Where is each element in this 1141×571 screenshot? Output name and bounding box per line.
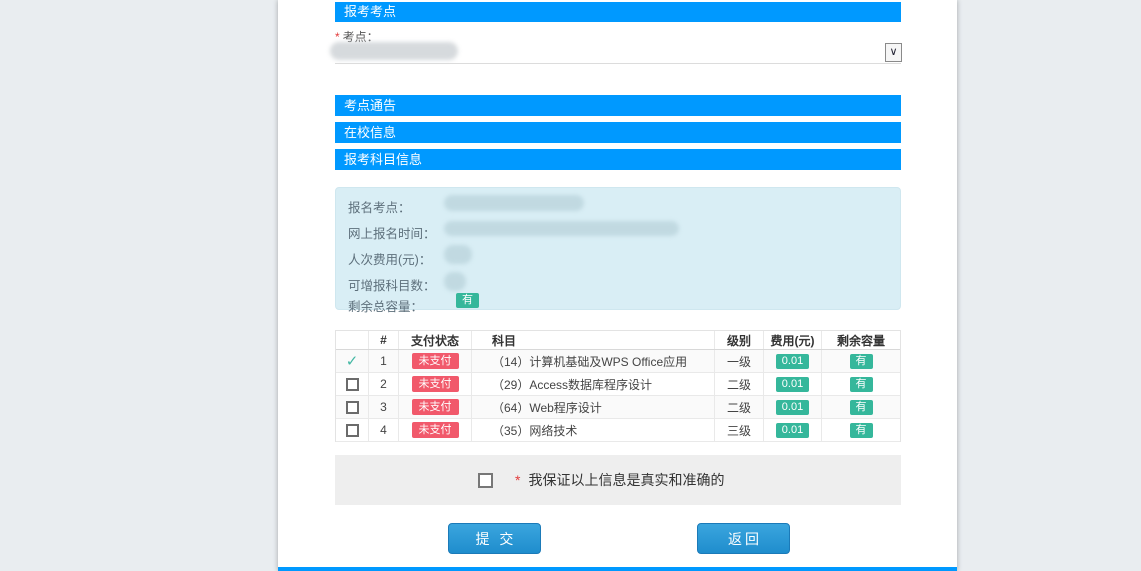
header-capacity: 剩余容量: [822, 331, 900, 349]
table-row: 3 未支付 （64）Web程序设计 二级 0.01 有: [336, 396, 900, 419]
select-underline: [335, 63, 901, 64]
subject-name: （14）计算机基础及WPS Office应用: [472, 350, 715, 372]
header-pay-status: 支付状态: [399, 331, 472, 349]
header-level: 级别: [715, 331, 764, 349]
section-header-exam-site: 报考考点: [335, 2, 901, 22]
capacity-badge: 有: [850, 400, 873, 415]
agreement-text: 我保证以上信息是真实和准确的: [528, 470, 724, 490]
capacity-badge: 有: [850, 354, 873, 369]
subject-level: 二级: [715, 373, 764, 395]
capacity-badge: 有: [850, 377, 873, 392]
selected-check-icon: ✓: [346, 352, 359, 370]
header-index: #: [369, 331, 399, 349]
main-content-panel: 报考考点 *考点： ∨ 考点通告 在校信息 报考科目信息 报名考点： 网上报名时…: [278, 0, 957, 571]
agreement-checkbox[interactable]: [478, 473, 493, 488]
subject-name: （35）网络技术: [472, 419, 715, 441]
row-index: 3: [369, 396, 399, 418]
required-asterisk: *: [515, 472, 520, 488]
agreement-bar: * 我保证以上信息是真实和准确的: [335, 455, 901, 505]
footer-blue-strip: [278, 567, 957, 571]
redacted-value: [444, 221, 679, 236]
info-row-time: 网上报名时间：: [348, 223, 436, 239]
section-header-exam-site-label: 报考考点: [344, 4, 396, 19]
capacity-badge: 有: [850, 423, 873, 438]
pay-status-badge: 未支付: [412, 422, 459, 438]
subject-name: （64）Web程序设计: [472, 396, 715, 418]
back-button[interactable]: 返回: [697, 523, 790, 554]
row-checkbox[interactable]: [346, 378, 359, 391]
pay-status-badge: 未支付: [412, 376, 459, 392]
table-row: ✓ 1 未支付 （14）计算机基础及WPS Office应用 一级 0.01 有: [336, 350, 900, 373]
submit-button[interactable]: 提 交: [448, 523, 541, 554]
fee-badge: 0.01: [776, 400, 809, 415]
row-index: 2: [369, 373, 399, 395]
row-index: 1: [369, 350, 399, 372]
info-row-site: 报名考点：: [348, 197, 411, 213]
row-checkbox[interactable]: [346, 424, 359, 437]
table-row: 4 未支付 （35）网络技术 三级 0.01 有: [336, 419, 900, 442]
fee-badge: 0.01: [776, 354, 809, 369]
table-header-row: # 支付状态 科目 级别 费用(元) 剩余容量: [336, 331, 900, 350]
subject-level: 一级: [715, 350, 764, 372]
redacted-value: [444, 272, 466, 291]
subject-level: 三级: [715, 419, 764, 441]
section-header-school-info: 在校信息: [335, 122, 901, 143]
registration-info-panel: 报名考点： 网上报名时间： 人次费用(元)： 可增报科目数： 剩余总容量： 有: [335, 187, 901, 310]
info-row-addable-subjects: 可增报科目数：: [348, 275, 436, 291]
info-row-fee: 人次费用(元)：: [348, 249, 431, 265]
row-index: 4: [369, 419, 399, 441]
subjects-table: # 支付状态 科目 级别 费用(元) 剩余容量 ✓ 1 未支付 （14）计算机基…: [335, 330, 901, 442]
fee-badge: 0.01: [776, 423, 809, 438]
exam-site-select[interactable]: ∨: [328, 40, 908, 64]
info-row-capacity: 剩余总容量：: [348, 296, 423, 312]
redacted-value: [444, 195, 584, 211]
header-subject: 科目: [472, 331, 715, 349]
redacted-site-value: [330, 42, 458, 60]
table-row: 2 未支付 （29）Access数据库程序设计 二级 0.01 有: [336, 373, 900, 396]
capacity-badge: 有: [456, 293, 479, 308]
pay-status-badge: 未支付: [412, 399, 459, 415]
pay-status-badge: 未支付: [412, 353, 459, 369]
header-fee: 费用(元): [764, 331, 822, 349]
chevron-down-icon[interactable]: ∨: [885, 43, 902, 62]
fee-badge: 0.01: [776, 377, 809, 392]
subject-level: 二级: [715, 396, 764, 418]
section-header-site-notice: 考点通告: [335, 95, 901, 116]
redacted-value: [444, 245, 472, 264]
subject-name: （29）Access数据库程序设计: [472, 373, 715, 395]
row-checkbox[interactable]: [346, 401, 359, 414]
header-select: [336, 331, 369, 349]
section-header-subject-info: 报考科目信息: [335, 149, 901, 170]
